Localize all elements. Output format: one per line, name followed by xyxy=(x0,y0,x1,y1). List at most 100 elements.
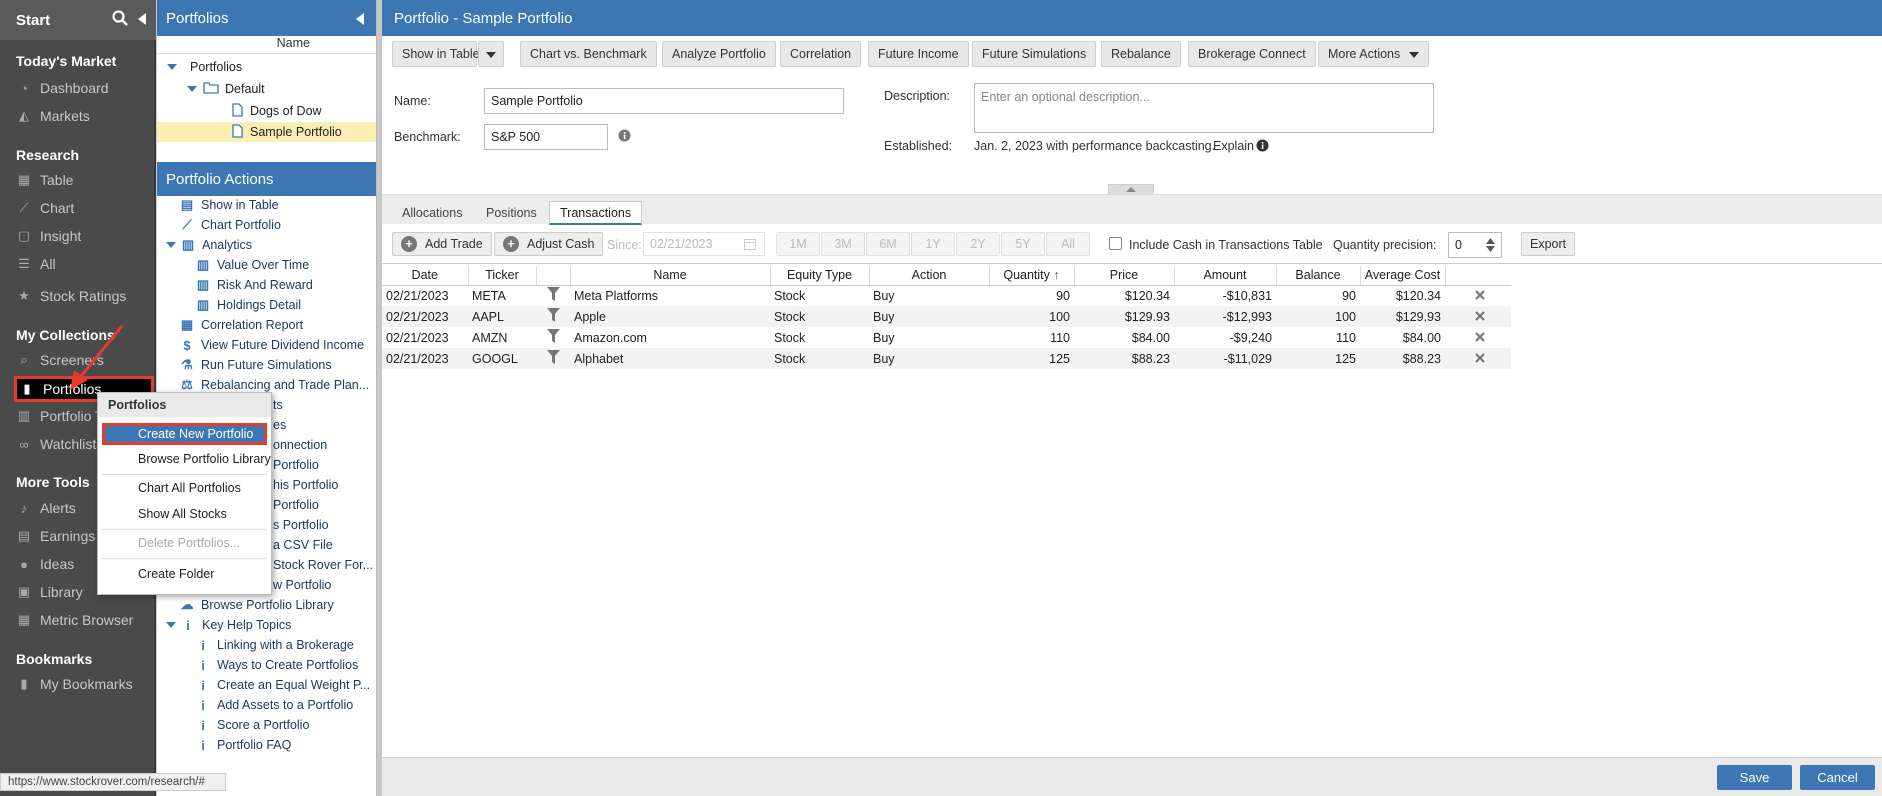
nav-item-stock-ratings[interactable]: ★ Stock Ratings xyxy=(16,284,126,308)
range-3m-button[interactable]: 3M xyxy=(821,232,865,256)
col-price[interactable]: Price xyxy=(1074,266,1175,286)
expand-arrow-icon[interactable] xyxy=(187,86,197,92)
analyze-portfolio-button[interactable]: Analyze Portfolio xyxy=(662,41,776,67)
tree-node-sample-portfolio[interactable]: Sample Portfolio xyxy=(157,122,376,142)
delete-row-icon[interactable] xyxy=(1445,285,1511,306)
action-partial-10[interactable]: w Portfolio xyxy=(273,575,331,595)
expand-arrow-icon[interactable] xyxy=(166,622,176,628)
collapse-form-handle[interactable] xyxy=(1108,184,1154,194)
col-equity-type[interactable]: Equity Type xyxy=(770,266,870,286)
save-button[interactable]: Save xyxy=(1717,765,1792,790)
nav-item-portfolio-tracking[interactable]: ▥ Portfolio T xyxy=(16,404,104,428)
more-actions-button[interactable]: More Actions xyxy=(1318,41,1430,67)
action-partial-7[interactable]: s Portfolio xyxy=(273,515,329,535)
stepper-arrows-icon[interactable] xyxy=(1486,238,1495,255)
range-5y-button[interactable]: 5Y xyxy=(1001,232,1045,256)
table-row[interactable]: 02/21/2023 AMZN Amazon.com Stock Buy 110 $84.0… xyxy=(382,327,1511,348)
tab-positions[interactable]: Positions xyxy=(476,201,547,225)
col-ticker[interactable]: Ticker xyxy=(468,266,537,286)
nav-item-watchlists[interactable]: ∞ Watchlists xyxy=(16,432,103,456)
export-button[interactable]: Export xyxy=(1521,232,1576,256)
nav-item-ideas[interactable]: ● Ideas xyxy=(16,552,74,576)
action-show-in-table[interactable]: ▤ Show in Table xyxy=(180,195,279,215)
col-action[interactable]: Action xyxy=(869,266,990,286)
delete-row-icon[interactable] xyxy=(1445,327,1511,348)
chart-vs-benchmark-button[interactable]: Chart vs. Benchmark xyxy=(520,41,657,67)
show-in-table-button[interactable]: Show in Table xyxy=(392,41,480,67)
expand-arrow-icon[interactable] xyxy=(167,64,177,70)
cancel-button[interactable]: Cancel xyxy=(1800,765,1875,790)
sort-ascending-icon[interactable]: ↑ xyxy=(1053,268,1059,282)
nav-item-chart[interactable]: ⟋ Chart xyxy=(16,196,74,220)
col-filter[interactable] xyxy=(536,266,571,286)
nav-item-earnings[interactable]: ▤ Earnings xyxy=(16,524,95,548)
help-ways-create[interactable]: i Ways to Create Portfolios xyxy=(196,655,358,675)
delete-row-icon[interactable] xyxy=(1445,306,1511,327)
tab-transactions[interactable]: Transactions xyxy=(549,201,643,225)
brokerage-connect-button[interactable]: Brokerage Connect xyxy=(1188,41,1316,67)
help-add-assets[interactable]: i Add Assets to a Portfolio xyxy=(196,695,353,715)
help-score-portfolio[interactable]: i Score a Portfolio xyxy=(196,715,309,735)
action-partial-2[interactable]: es xyxy=(273,415,286,435)
tab-allocations[interactable]: Allocations xyxy=(392,201,472,225)
collapse-panel-icon[interactable] xyxy=(356,12,364,29)
rebalance-button[interactable]: Rebalance xyxy=(1101,41,1181,67)
expand-arrow-icon[interactable] xyxy=(166,242,176,248)
action-browse-portfolio-library[interactable]: ☁ Browse Portfolio Library xyxy=(180,595,334,615)
action-correlation-report[interactable]: ▦ Correlation Report xyxy=(180,315,303,335)
col-balance[interactable]: Balance xyxy=(1276,266,1361,286)
filter-icon[interactable] xyxy=(536,306,570,327)
col-amount[interactable]: Amount xyxy=(1174,266,1277,286)
benchmark-field[interactable]: S&P 500 xyxy=(484,124,608,150)
menu-item-chart-all-portfolios[interactable]: Chart All Portfolios xyxy=(102,477,267,499)
range-1y-button[interactable]: 1Y xyxy=(911,232,955,256)
action-partial-3[interactable]: onnection xyxy=(273,435,327,455)
nav-item-all[interactable]: ☰ All xyxy=(16,252,55,276)
tree-node-portfolios[interactable]: Portfolios xyxy=(167,57,242,77)
col-average-cost[interactable]: Average Cost xyxy=(1360,266,1446,286)
calendar-icon[interactable] xyxy=(744,238,756,253)
menu-item-create-folder[interactable]: Create Folder xyxy=(102,563,267,585)
col-date[interactable]: Date xyxy=(382,266,469,286)
filter-icon[interactable] xyxy=(536,327,570,348)
show-in-table-dropdown[interactable] xyxy=(478,41,504,67)
menu-item-browse-portfolio-library[interactable]: Browse Portfolio Library xyxy=(102,448,271,470)
table-row[interactable]: 02/21/2023 AAPL Apple Stock Buy 100 $129.93 -$1… xyxy=(382,306,1511,327)
quantity-precision-stepper[interactable]: 0 xyxy=(1448,232,1502,258)
benchmark-info-icon[interactable] xyxy=(618,129,631,145)
tree-node-default[interactable]: Default xyxy=(187,79,265,99)
nav-item-insight[interactable]: ▢ Insight xyxy=(16,224,81,248)
range-2y-button[interactable]: 2Y xyxy=(956,232,1000,256)
add-trade-button[interactable]: + Add Trade xyxy=(392,232,492,256)
range-1m-button[interactable]: 1M xyxy=(776,232,820,256)
explain-info-icon[interactable] xyxy=(1256,139,1269,155)
action-chart-portfolio[interactable]: ⟋ Chart Portfolio xyxy=(180,215,280,235)
future-income-button[interactable]: Future Income xyxy=(868,41,969,67)
nav-item-metric-browser[interactable]: ▦ Metric Browser xyxy=(16,608,134,632)
menu-item-show-all-stocks[interactable]: Show All Stocks xyxy=(102,503,267,525)
action-partial-5[interactable]: his Portfolio xyxy=(273,475,338,495)
table-row[interactable]: 02/21/2023 META Meta Platforms Stock Buy 90 $1… xyxy=(382,285,1511,306)
col-name[interactable]: Name xyxy=(570,266,771,286)
table-row[interactable]: 02/21/2023 GOOGL Alphabet Stock Buy 125 $88.23… xyxy=(382,348,1511,369)
action-partial-1[interactable]: ts xyxy=(273,395,283,415)
action-partial-8[interactable]: a CSV File xyxy=(273,535,333,555)
range-all-button[interactable]: All xyxy=(1046,232,1090,256)
start-label[interactable]: Start xyxy=(16,12,50,29)
nav-item-dashboard[interactable]: ◔ Dashboard xyxy=(16,76,108,100)
nav-item-my-bookmarks[interactable]: ▮ My Bookmarks xyxy=(16,672,132,696)
collapse-nav-icon[interactable] xyxy=(138,12,146,29)
action-analytics[interactable]: ▥ Analytics xyxy=(166,235,252,255)
include-cash-checkbox[interactable] xyxy=(1109,237,1122,250)
action-holdings-detail[interactable]: ▥ Holdings Detail xyxy=(196,295,301,315)
action-value-over-time[interactable]: ▥ Value Over Time xyxy=(196,255,309,275)
action-run-future-simulations[interactable]: ⚗ Run Future Simulations xyxy=(180,355,331,375)
nav-item-markets[interactable]: ◭ Markets xyxy=(16,104,90,128)
action-risk-and-reward[interactable]: ▥ Risk And Reward xyxy=(196,275,313,295)
nav-item-table[interactable]: ▦ Table xyxy=(16,168,74,192)
action-partial-6[interactable]: Portfolio xyxy=(273,495,319,515)
col-quantity[interactable]: Quantity ↑ xyxy=(989,266,1075,286)
adjust-cash-button[interactable]: + Adjust Cash xyxy=(494,232,604,256)
filter-icon[interactable] xyxy=(536,348,570,369)
menu-item-create-new-portfolio[interactable]: Create New Portfolio xyxy=(102,423,267,445)
